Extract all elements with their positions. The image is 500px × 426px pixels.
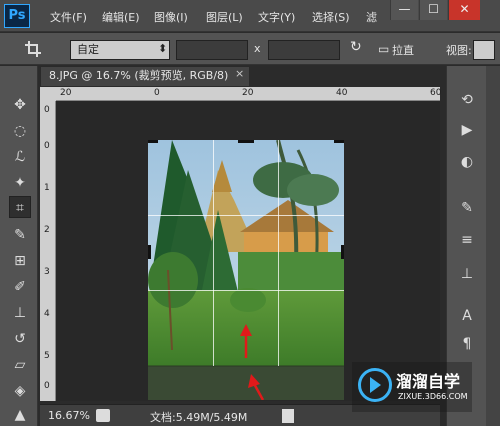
tools-panel: ✥ ◌ ℒ ✦ ⌗ ✎ ⊞ ✐ ⊥ ↺ ▱ ◈ ▲ <box>0 66 38 426</box>
actions-panel-icon[interactable]: ▶ <box>457 120 477 140</box>
paint-bucket-tool-icon[interactable]: ◈ <box>9 380 31 402</box>
history-brush-tool-icon[interactable]: ↺ <box>9 328 31 350</box>
crop-icon[interactable] <box>24 40 44 58</box>
panel-collapse-edge <box>486 66 500 426</box>
paragraph-panel-icon[interactable]: ¶ <box>457 334 477 354</box>
brush-presets-icon[interactable]: ≡ <box>457 230 477 250</box>
crop-grid-line <box>278 140 279 366</box>
rotate-icon[interactable]: ↻ <box>350 39 362 55</box>
document-tab[interactable]: 8.JPG @ 16.7% (裁剪预览, RGB/8) <box>40 66 250 86</box>
ruler-label: 20 <box>242 88 254 98</box>
menu-filter[interactable]: 滤 <box>366 9 377 25</box>
history-panel-icon[interactable]: ⟲ <box>457 90 477 110</box>
status-menu-arrow-icon[interactable] <box>282 409 294 423</box>
minimize-button[interactable]: — <box>390 0 418 20</box>
crop-preview-image[interactable] <box>148 140 344 400</box>
tab-close-icon[interactable]: × <box>235 67 244 80</box>
watermark: 溜溜自学 ZIXUE.3D66.COM <box>352 362 472 412</box>
view-label: 视图: <box>446 44 472 57</box>
ruler-label: 20 <box>60 88 72 98</box>
eraser-tool-icon[interactable]: ▱ <box>9 354 31 376</box>
adjustments-panel-icon[interactable]: ◐ <box>457 152 477 172</box>
zoom-level[interactable]: 16.67% <box>48 409 90 422</box>
times-symbol: x <box>254 42 261 55</box>
landscape-photo <box>148 140 344 400</box>
ruler-label: 3 <box>44 267 50 277</box>
crop-handle-right[interactable] <box>341 245 344 259</box>
ruler-label: 40 <box>336 88 348 98</box>
sharpen-tool-icon[interactable]: ▲ <box>9 404 31 426</box>
crop-handle-top[interactable] <box>238 140 254 143</box>
ruler-label: 1 <box>44 183 50 193</box>
straighten-icon[interactable]: ▭ <box>378 42 389 56</box>
menu-bar: Ps 文件(F) 编辑(E) 图像(I) 图层(L) 文字(Y) 选择(S) 滤… <box>0 0 500 32</box>
watermark-subtitle: ZIXUE.3D66.COM <box>398 392 468 401</box>
menu-file[interactable]: 文件(F) <box>50 9 87 25</box>
ruler-label: 0 <box>44 105 50 115</box>
chevron-down-icon: ⬍ <box>158 42 168 55</box>
magic-wand-tool-icon[interactable]: ✦ <box>9 172 31 194</box>
ruler-label: 5 <box>44 351 50 361</box>
crop-grid-line <box>213 140 214 366</box>
crop-height-field[interactable] <box>268 40 340 60</box>
ruler-label: 60 <box>430 88 442 98</box>
ruler-label: 2 <box>44 225 50 235</box>
vertical-ruler[interactable]: 0 0 1 2 3 4 5 0 <box>40 101 56 401</box>
crop-width-field[interactable] <box>176 40 248 60</box>
brush-panel-icon[interactable]: ✎ <box>457 198 477 218</box>
crop-handle-top-left[interactable] <box>148 140 158 143</box>
clone-stamp-tool-icon[interactable]: ⊥ <box>9 302 31 324</box>
close-button[interactable]: ✕ <box>448 0 480 20</box>
crop-tool-icon[interactable]: ⌗ <box>9 196 31 218</box>
horizontal-ruler[interactable]: 20 0 20 40 60 <box>56 87 442 101</box>
menu-layer[interactable]: 图层(L) <box>206 9 243 25</box>
menu-edit[interactable]: 编辑(E) <box>102 9 140 25</box>
ruler-label: 0 <box>44 381 50 391</box>
maximize-button[interactable]: ☐ <box>419 0 447 20</box>
ruler-label: 0 <box>44 141 50 151</box>
straighten-label[interactable]: 拉直 <box>392 42 414 58</box>
crop-grid-line <box>148 215 344 216</box>
document-size: 文档:5.49M/5.49M <box>150 411 248 424</box>
brush-tool-icon[interactable]: ✐ <box>9 276 31 298</box>
view-overlay-select[interactable] <box>473 40 495 60</box>
lasso-tool-icon[interactable]: ℒ <box>9 146 31 168</box>
healing-brush-tool-icon[interactable]: ⊞ <box>9 250 31 272</box>
ruler-label: 0 <box>154 88 160 98</box>
watermark-title: 溜溜自学 <box>396 372 461 391</box>
clone-source-icon[interactable]: ⊥ <box>457 264 477 284</box>
menu-type[interactable]: 文字(Y) <box>258 9 295 25</box>
status-info-icon[interactable] <box>96 409 110 422</box>
play-icon <box>370 377 381 393</box>
crop-preset-select[interactable]: 自定 <box>70 40 170 60</box>
crop-handle-left[interactable] <box>148 245 151 259</box>
character-panel-icon[interactable]: A <box>457 306 477 326</box>
ruler-corner <box>40 87 56 101</box>
photoshop-logo: Ps <box>4 4 30 28</box>
ruler-label: 4 <box>44 309 50 319</box>
marquee-tool-icon[interactable]: ◌ <box>9 120 31 142</box>
menu-select[interactable]: 选择(S) <box>312 9 350 25</box>
move-tool-icon[interactable]: ✥ <box>9 94 31 116</box>
crop-grid-line <box>148 290 344 291</box>
crop-handle-top-right[interactable] <box>334 140 344 143</box>
menu-image[interactable]: 图像(I) <box>154 9 188 25</box>
eyedropper-tool-icon[interactable]: ✎ <box>9 224 31 246</box>
